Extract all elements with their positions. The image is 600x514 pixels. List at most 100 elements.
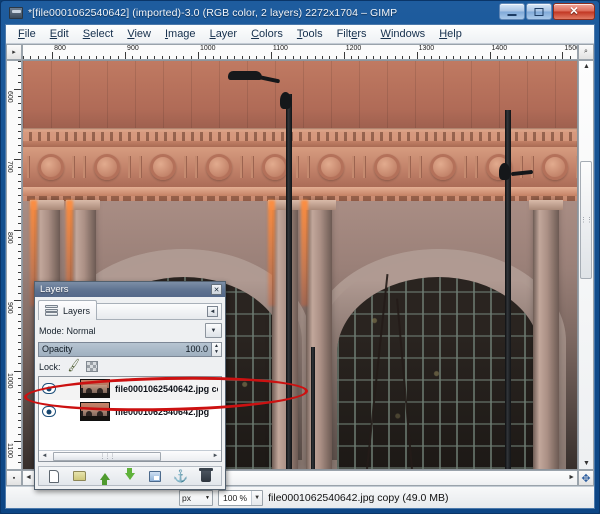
ruler-tick xyxy=(18,138,21,140)
window-controls: ✕ xyxy=(499,3,595,20)
menu-tools[interactable]: Tools xyxy=(290,26,330,43)
scroll-up-icon[interactable]: ▲ xyxy=(583,63,590,70)
ruler-tick xyxy=(18,201,21,203)
scroll-right-icon[interactable]: ► xyxy=(211,453,220,459)
ruler-tick xyxy=(256,56,258,59)
layers-dialog-titlebar[interactable]: Layers ✕ xyxy=(35,282,225,297)
layer-name[interactable]: file0001062540642.jpg co xyxy=(115,384,218,394)
gimp-wilber-icon xyxy=(9,7,23,19)
ruler-label: 1000 xyxy=(199,45,216,52)
ruler-tick xyxy=(343,52,345,59)
ruler-origin-icon[interactable]: ▸ xyxy=(6,44,22,60)
opacity-row[interactable]: Opacity 100.0 ▲ ▼ xyxy=(38,341,222,357)
photo-tree-center xyxy=(327,256,483,469)
ruler-tick xyxy=(117,56,119,59)
ruler-tick xyxy=(18,96,21,98)
new-layer-button[interactable] xyxy=(45,468,62,484)
ruler-tick xyxy=(18,469,21,470)
quick-mask-icon[interactable]: ▪ xyxy=(6,470,22,486)
blend-mode-row[interactable]: Mode: Normal ▼ xyxy=(38,322,222,339)
scroll-down-icon[interactable]: ▼ xyxy=(583,460,590,467)
opacity-slider[interactable]: Opacity 100.0 xyxy=(38,341,212,357)
layer-list-scroll-thumb[interactable]: ⋮⋮⋮ xyxy=(53,451,161,461)
scroll-left-icon[interactable]: ◄ xyxy=(40,453,49,459)
ruler-tick xyxy=(18,173,21,175)
chevron-down-icon[interactable]: ▼ xyxy=(205,323,222,338)
ruler-tick xyxy=(387,56,389,59)
layers-dialog[interactable]: Layers ✕ Layers ◄ Mode: Normal ▼ Opacity… xyxy=(34,281,226,490)
ruler-tick xyxy=(18,433,21,435)
ruler-tick xyxy=(241,56,243,59)
maximize-button[interactable] xyxy=(526,3,552,20)
layer-thumbnail xyxy=(80,402,110,421)
menu-help[interactable]: Help xyxy=(432,26,469,43)
ruler-tick xyxy=(569,56,571,59)
photo-roundel xyxy=(247,147,303,188)
ruler-tick xyxy=(44,56,46,59)
arrow-down-icon xyxy=(124,467,135,480)
lower-layer-button[interactable] xyxy=(121,467,138,484)
ruler-tick xyxy=(18,194,21,196)
unit-selector[interactable]: px ▼ xyxy=(179,489,213,506)
horizontal-ruler[interactable]: 800 900 1000 1100 1200 1300 1400 1500 xyxy=(22,44,578,60)
photo-lamp-finial-right xyxy=(498,163,510,180)
close-icon[interactable]: ✕ xyxy=(211,284,222,295)
menu-view[interactable]: View xyxy=(120,26,158,43)
vertical-ruler[interactable]: 600 700 800 900 1000 1100 xyxy=(6,60,22,470)
close-icon: ✕ xyxy=(569,5,579,17)
menu-select[interactable]: Select xyxy=(76,26,121,43)
duplicate-layer-button[interactable] xyxy=(147,468,164,484)
ruler-tick xyxy=(358,56,360,59)
ruler-tick xyxy=(14,300,21,302)
menu-colors[interactable]: Colors xyxy=(244,26,290,43)
menu-file[interactable]: File xyxy=(11,26,43,43)
photo-lamp-finial-left xyxy=(280,91,292,109)
ruler-tick xyxy=(18,342,21,344)
minimize-button[interactable] xyxy=(499,3,525,20)
navigation-move-icon[interactable]: ✥ xyxy=(578,470,594,486)
opacity-stepper[interactable]: ▲ ▼ xyxy=(212,341,222,357)
lock-row: Lock: 🖌 xyxy=(38,359,222,374)
photo-roundel xyxy=(359,147,415,188)
table-row[interactable]: file0001062540642.jpg xyxy=(39,400,221,423)
tab-menu-icon[interactable]: ◄ xyxy=(207,306,218,317)
layer-name[interactable]: file0001062540642.jpg xyxy=(115,407,209,417)
lock-pixels-brush-icon[interactable]: 🖌 xyxy=(65,359,81,373)
tab-layers[interactable]: Layers xyxy=(38,300,98,320)
ruler-label: 800 xyxy=(6,231,13,244)
zoom-image-window-icon[interactable]: ⌕ xyxy=(578,44,594,60)
new-layer-group-button[interactable] xyxy=(71,468,88,484)
canvas-vertical-scrollbar[interactable]: ▲ ▼ xyxy=(578,60,594,470)
menu-edit[interactable]: Edit xyxy=(43,26,76,43)
ruler-tick xyxy=(18,328,21,330)
vertical-scroll-thumb[interactable] xyxy=(580,161,592,279)
menu-image[interactable]: Image xyxy=(158,26,203,43)
ruler-tick xyxy=(168,56,170,59)
ruler-tick xyxy=(18,124,21,126)
menu-filters[interactable]: Filters xyxy=(330,26,374,43)
zoom-value: 100 % xyxy=(223,492,248,503)
scroll-left-icon[interactable]: ◄ xyxy=(25,474,32,481)
ruler-tick xyxy=(533,56,535,59)
raise-layer-button[interactable] xyxy=(96,468,113,485)
lock-alpha-checker-icon[interactable] xyxy=(86,361,99,372)
layer-list-horizontal-scrollbar[interactable]: ◄ ⋮⋮⋮ ► xyxy=(39,450,221,461)
layers-dialog-body: Layers ◄ Mode: Normal ▼ Opacity 100.0 ▲ … xyxy=(35,297,225,489)
layer-list[interactable]: file0001062540642.jpg co file00010625406… xyxy=(38,376,222,462)
anchor-layer-button[interactable]: ⚓ xyxy=(172,468,189,484)
window-titlebar[interactable]: *[file0001062540642] (imported)-3.0 (RGB… xyxy=(5,3,595,22)
photo-roundel xyxy=(303,147,359,188)
ruler-tick xyxy=(18,152,21,154)
spinner-up-icon[interactable]: ▲ xyxy=(214,343,219,348)
close-button[interactable]: ✕ xyxy=(553,3,595,20)
table-row[interactable]: file0001062540642.jpg co xyxy=(39,377,221,400)
menu-windows[interactable]: Windows xyxy=(374,26,433,43)
zoom-selector[interactable]: 100 % ▼ xyxy=(218,489,264,506)
eye-icon[interactable] xyxy=(42,406,56,417)
eye-icon[interactable] xyxy=(42,383,56,394)
menu-layer[interactable]: Layer xyxy=(203,26,245,43)
scroll-right-icon[interactable]: ► xyxy=(568,474,575,481)
delete-layer-button[interactable] xyxy=(198,468,215,484)
spinner-down-icon[interactable]: ▼ xyxy=(214,350,219,355)
photo-lamp-head-left xyxy=(227,71,262,81)
